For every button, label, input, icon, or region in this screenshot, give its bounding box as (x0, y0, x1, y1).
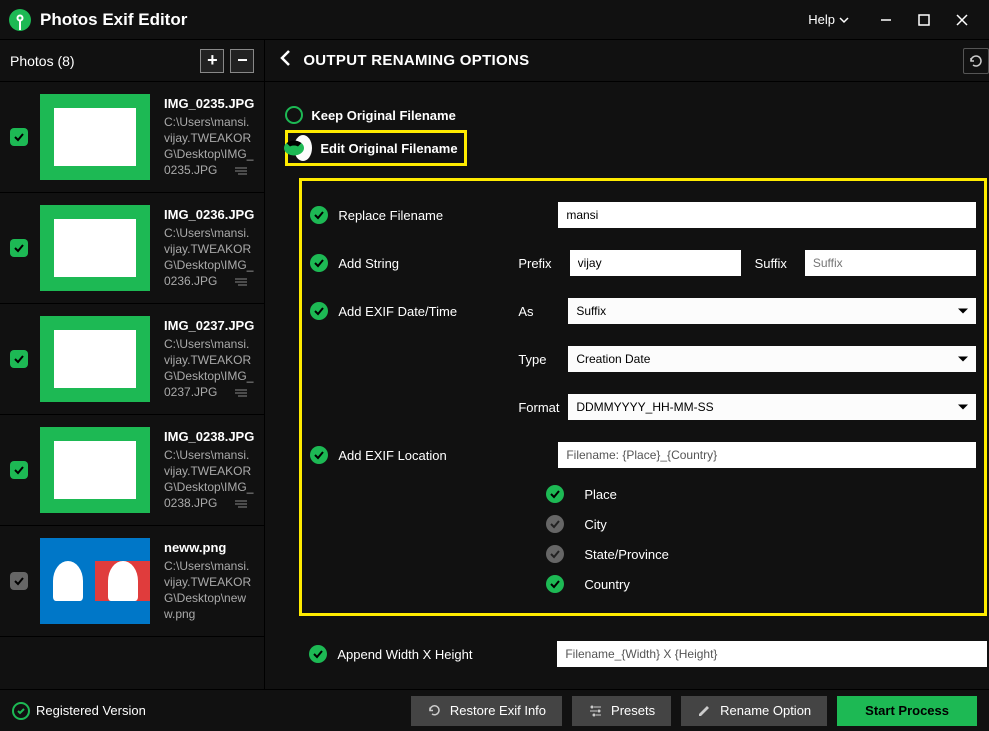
main-header: OUTPUT RENAMING OPTIONS (265, 40, 989, 82)
toggle-place[interactable] (546, 485, 564, 503)
more-icon[interactable] (232, 164, 250, 182)
toggle-add-location[interactable] (310, 446, 328, 464)
back-button[interactable] (279, 49, 293, 72)
thumbnail (40, 94, 150, 180)
help-menu[interactable]: Help (808, 12, 849, 27)
radio-label: Keep Original Filename (311, 108, 456, 123)
registered-badge: Registered Version (12, 702, 146, 720)
photo-item[interactable]: IMG_0236.JPGC:\Users\mansi.vijay.TWEAKOR… (0, 193, 264, 304)
city-label: City (584, 517, 606, 532)
photo-path: C:\Users\mansi.vijay.TWEAKORG\Desktop\ne… (164, 558, 254, 623)
more-icon[interactable] (232, 497, 250, 515)
chevron-down-icon (839, 15, 849, 25)
photo-item[interactable]: IMG_0237.JPGC:\Users\mansi.vijay.TWEAKOR… (0, 304, 264, 415)
checkbox[interactable] (10, 239, 28, 257)
main-body: Keep Original Filename Edit Original Fil… (265, 82, 989, 689)
photo-list[interactable]: IMG_0235.JPG C:\Users\mansi.vijay.TWEAKOR… (0, 82, 264, 689)
datetime-as-select[interactable]: Suffix (568, 298, 976, 324)
option-label: Append Width X Height (337, 647, 517, 662)
checkbox[interactable] (10, 572, 28, 590)
format-label: Format (518, 400, 558, 415)
more-icon[interactable] (232, 275, 250, 293)
option-label: Replace Filename (338, 208, 518, 223)
main-title: OUTPUT RENAMING OPTIONS (303, 52, 529, 69)
thumbnail (40, 538, 150, 624)
maximize-button[interactable] (905, 4, 943, 36)
toggle-append-dimensions[interactable] (309, 645, 327, 663)
photo-item[interactable]: neww.png C:\Users\mansi.vijay.TWEAKORG\De… (0, 526, 264, 637)
registered-label: Registered Version (36, 703, 146, 718)
toggle-city[interactable] (546, 515, 564, 533)
state-label: State/Province (584, 547, 669, 562)
as-label: As (518, 304, 558, 319)
toggle-state[interactable] (546, 545, 564, 563)
photo-item[interactable]: IMG_0235.JPGC:\Users\mansi.vijay.TWEAKOR… (0, 82, 264, 193)
location-preview (558, 442, 976, 468)
titlebar: Photos Exif Editor Help (0, 0, 989, 40)
restore-exif-button[interactable]: Restore Exif Info (411, 696, 562, 726)
more-icon[interactable] (232, 386, 250, 404)
datetime-type-select[interactable]: Creation Date (568, 346, 976, 372)
append-preview (557, 641, 987, 667)
photo-item[interactable]: IMG_0238.JPGC:\Users\mansi.vijay.TWEAKOR… (0, 415, 264, 526)
replace-filename-input[interactable] (558, 202, 976, 228)
thumbnail (40, 316, 150, 402)
toggle-add-string[interactable] (310, 254, 328, 272)
photo-name: IMG_0237.JPG (164, 318, 254, 333)
restore-icon (427, 703, 442, 718)
radio-icon (285, 106, 303, 124)
check-icon (12, 702, 30, 720)
prefix-input[interactable] (570, 250, 741, 276)
checkbox[interactable] (10, 350, 28, 368)
close-button[interactable] (943, 4, 981, 36)
suffix-label: Suffix (755, 256, 787, 271)
app-logo-icon (8, 8, 32, 32)
photo-name: IMG_0236.JPG (164, 207, 254, 222)
reset-button[interactable] (963, 48, 989, 74)
sidebar: Photos (8) + − IMG_0235.JPG C:\Users\mans… (0, 40, 264, 689)
rename-options-box: Replace Filename Add String Prefix Suffi… (299, 178, 987, 616)
radio-keep-original[interactable]: Keep Original Filename (285, 100, 987, 130)
sidebar-header: Photos (8) + − (0, 40, 264, 82)
option-label: Add String (338, 256, 518, 271)
remove-photo-button[interactable]: − (230, 49, 254, 73)
photo-name: IMG_0238.JPG (164, 429, 254, 444)
toggle-add-datetime[interactable] (310, 302, 328, 320)
place-label: Place (584, 487, 617, 502)
radio-label: Edit Original Filename (320, 141, 457, 156)
country-label: Country (584, 577, 630, 592)
toggle-country[interactable] (546, 575, 564, 593)
datetime-format-select[interactable]: DDMMYYYY_HH-MM-SS (568, 394, 976, 420)
sidebar-title: Photos (8) (10, 53, 75, 69)
radio-edit-original[interactable]: Edit Original Filename (285, 130, 466, 166)
checkbox[interactable] (10, 128, 28, 146)
app-title: Photos Exif Editor (40, 10, 187, 30)
radio-icon (294, 135, 312, 161)
start-process-button[interactable]: Start Process (837, 696, 977, 726)
thumbnail (40, 205, 150, 291)
option-label: Add EXIF Location (338, 448, 518, 463)
thumbnail (40, 427, 150, 513)
option-label: Add EXIF Date/Time (338, 304, 518, 319)
type-label: Type (518, 352, 558, 367)
rename-option-button[interactable]: Rename Option (681, 696, 827, 726)
prefix-label: Prefix (518, 256, 551, 271)
pencil-icon (697, 703, 712, 718)
presets-button[interactable]: Presets (572, 696, 671, 726)
checkbox[interactable] (10, 461, 28, 479)
suffix-input[interactable] (805, 250, 976, 276)
photo-name: neww.png (164, 540, 254, 555)
footer: Registered Version Restore Exif Info Pre… (0, 689, 989, 731)
minimize-button[interactable] (867, 4, 905, 36)
main-panel: OUTPUT RENAMING OPTIONS Keep Original Fi… (264, 40, 989, 689)
add-photo-button[interactable]: + (200, 49, 224, 73)
toggle-replace-filename[interactable] (310, 206, 328, 224)
photo-name: IMG_0235.JPG (164, 96, 254, 111)
presets-icon (588, 703, 603, 718)
